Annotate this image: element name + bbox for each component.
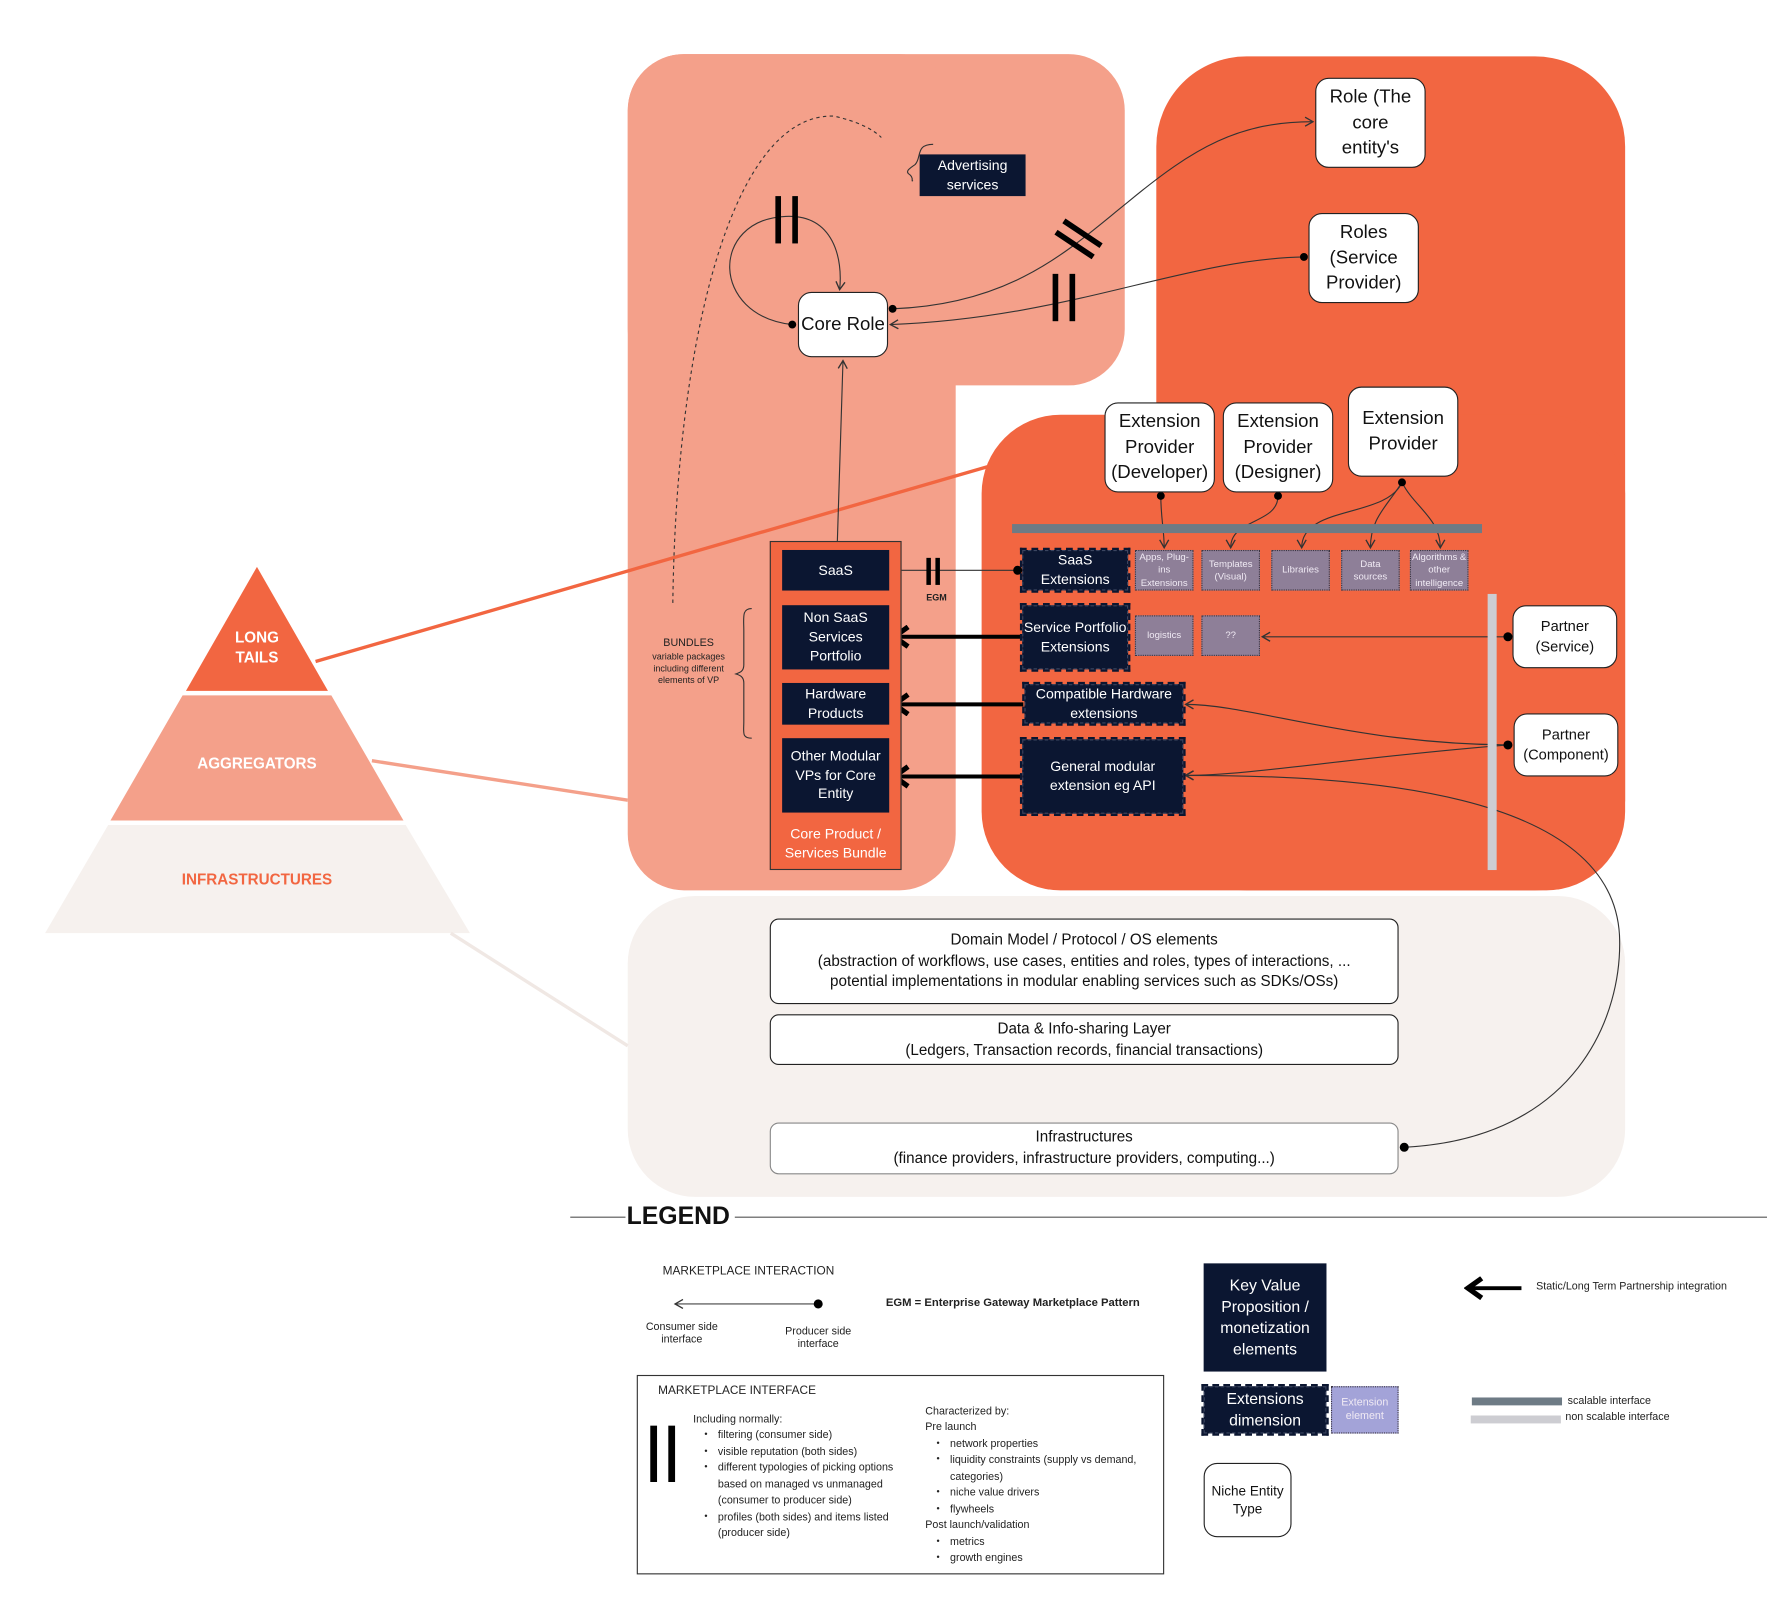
bundles-note: BUNDLES variable packages including diff… [640,637,737,688]
legend-interface-title: MARKETPLACE INTERFACE [658,1383,816,1398]
list-item: liquidity constraints (supply vs demand,… [937,1453,1139,1486]
legend-characterized: Characterized by: Pre launch network pro… [925,1404,1139,1567]
bundles-title: BUNDLES [663,636,714,650]
interface-mark-diagonal [1054,218,1103,260]
interface-mark-icon [668,1425,676,1483]
legend-egm-def: EGM = Enterprise Gateway Marketplace Pat… [885,1297,1140,1310]
legend-scalable-bar [1471,1397,1563,1406]
list-item: niche value drivers [937,1486,1139,1502]
bundle-other-vps[interactable]: Other Modular VPs for Core Entity [782,738,890,813]
legend-key-value: Key Value Proposition / monetization ele… [1203,1263,1327,1372]
list-item: flywheels [937,1502,1139,1518]
advertising-services[interactable]: Advertising services [919,154,1026,197]
saas-extensions[interactable]: SaaS Extensions [1019,547,1131,593]
extension-provider-designer[interactable]: Extension Provider (Designer) [1222,402,1334,493]
interface-mark [775,196,782,244]
list-item: filtering (consumer side) [704,1428,919,1444]
bundle-to-core-link [836,359,848,541]
infrastructures-link [449,931,629,1048]
core-role[interactable]: Core Role [797,291,889,358]
infrastructures-label: INFRASTRUCTURES [181,871,333,889]
legend-producer: Producer side interface [785,1325,852,1351]
data-layer[interactable]: Data & Info-sharing Layer (Ledgers, Tran… [769,1014,1399,1066]
element-data-sources[interactable]: Data sources [1341,549,1400,591]
legend-interaction-title: MARKETPLACE INTERACTION [662,1264,835,1279]
element-libraries[interactable]: Libraries [1271,549,1330,591]
infra-title: Infrastructures [1035,1128,1133,1146]
bundles-desc: variable packages including different el… [652,651,725,686]
legend-static-label: Static/Long Term Partnership integration [1536,1280,1727,1293]
bundle-saas[interactable]: SaaS [782,549,890,591]
list-item: profiles (both sides) and items listed (… [704,1510,919,1543]
non-scalable-interface-bar [1487,593,1497,871]
domain-title: Domain Model / Protocol / OS elements [950,930,1218,948]
bundles-brace [734,608,752,739]
legend-non-scalable-label: non scalable interface [1565,1411,1670,1424]
long-tails-label: LONG TAILS [201,628,314,669]
long-tails-line: TAILS [235,649,279,667]
partner-component-link [1184,699,1508,746]
dashed-curve [672,115,882,603]
characterized-label: Characterized by: [925,1405,1010,1418]
bundle-label: Core Product / Services Bundle [784,826,887,861]
core-to-role-link [892,116,1315,310]
bundle-hardware[interactable]: Hardware Products [782,682,890,725]
data-title: Data & Info-sharing Layer [997,1019,1171,1037]
infrastructure-layer[interactable]: Infrastructures (finance providers, infr… [769,1122,1399,1175]
egm-label: EGM [926,592,947,603]
domain-desc: (abstraction of workflows, use cases, en… [817,951,1351,990]
roles-service-provider[interactable]: Roles (Service Provider) [1308,213,1419,304]
list-item: visible reputation (both sides) [704,1445,919,1461]
extension-provider[interactable]: Extension Provider [1347,386,1459,477]
compatible-hardware-extensions[interactable]: Compatible Hardware extensions [1022,681,1186,726]
role-core-entity[interactable]: Role (The core entity's [1315,77,1426,168]
scalable-interface-bar [1012,524,1483,534]
element-unknown[interactable]: ?? [1201,615,1260,656]
element-algorithms[interactable]: Algorithms & other intelligence [1409,549,1469,591]
list-item: network properties [937,1437,1139,1453]
list-item: metrics [937,1534,1139,1550]
diagram: LONG TAILS AGGREGATORS INFRASTRUCTURES C… [0,0,1767,1615]
pre-launch-label: Pre launch [925,1421,977,1435]
element-apps[interactable]: Apps, Plug-ins Extensions [1134,549,1194,591]
extension-provider-developer[interactable]: Extension Provider (Developer) [1104,402,1215,493]
egm-mark [926,557,931,585]
aggregators-label: AGGREGATORS [197,755,317,772]
legend-extensions-dimension: Extensions dimension [1201,1383,1329,1436]
infra-desc: (finance providers, infrastructure provi… [893,1149,1275,1167]
interface-mark-icon [650,1425,658,1483]
legend-scalable-label: scalable interface [1567,1395,1651,1408]
service-portfolio-extensions[interactable]: Service Portfolio Extensions [1019,602,1131,672]
legend-consumer: Consumer side interface [645,1320,718,1346]
aggregators-link [371,759,628,802]
element-templates[interactable]: Templates (Visual) [1201,549,1260,591]
partner-component[interactable]: Partner (Component) [1513,713,1619,777]
legend-title: LEGEND [626,1201,730,1230]
legend-non-scalable-bar [1470,1415,1561,1424]
list-item: growth engines [937,1551,1139,1567]
element-logistics[interactable]: logistics [1134,615,1194,656]
post-launch-label: Post launch/validation [925,1519,1030,1532]
list-item: different typologies of picking options … [704,1461,919,1510]
domain-model-layer[interactable]: Domain Model / Protocol / OS elements (a… [769,918,1399,1005]
long-tails-line: LONG [234,628,279,646]
partner-component-link [1184,744,1508,781]
general-modular-extension[interactable]: General modular extension eg API [1019,737,1186,816]
data-desc: (Ledgers, Transaction records, financial… [905,1040,1264,1058]
partner-service[interactable]: Partner (Service) [1512,605,1618,669]
bundle-non-saas[interactable]: Non SaaS Services Portfolio [782,605,890,670]
legend-including: Including normally: filtering (consumer … [693,1412,918,1542]
interface-mark [1052,273,1059,322]
including-label: Including normally: [693,1413,783,1426]
legend-extension-element: Extension element [1330,1386,1399,1434]
roles-sp-to-core-link [888,256,1304,330]
legend-niche-entity: Niche Entity Type [1203,1462,1292,1538]
